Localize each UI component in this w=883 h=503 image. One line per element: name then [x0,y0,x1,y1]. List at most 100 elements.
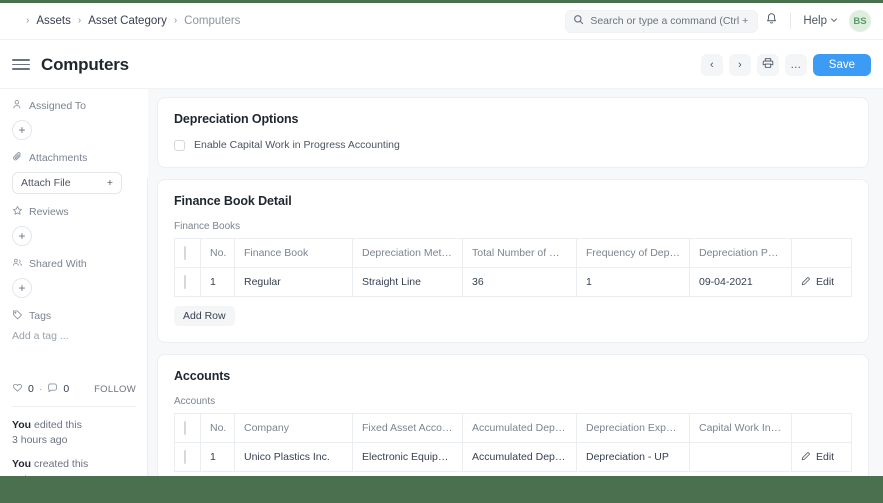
sidebar-section-shared-with: Shared With + [12,257,136,298]
attach-file-button[interactable]: Attach File + [12,172,122,194]
accounts-table: No. Company Fixed Asset Account Accumula… [174,413,852,472]
chevron-right-icon: › [173,15,178,26]
cell-depreciation-posting-date[interactable]: 09-04-2021 [689,267,792,297]
main-content: Depreciation Options Enable Capital Work… [148,89,883,503]
column-total-number-of-depreciations[interactable]: Total Number of Depr... [462,238,577,268]
page-body: Assigned To + Attachments Attach File + [0,89,883,503]
column-frequency-of-depreciation[interactable]: Frequency of Depreci... [576,238,690,268]
sidebar-label-text: Tags [29,310,52,322]
row-select-checkbox[interactable] [184,275,186,289]
section-title-finance-book-detail: Finance Book Detail [174,194,292,208]
cell-no: 1 [200,442,235,472]
cell-finance-book[interactable]: Regular [234,267,353,297]
table-row[interactable]: 1 Regular Straight Line 36 1 09-04-2021 [174,267,852,297]
row-edit-cell[interactable]: Edit [791,442,852,472]
sidebar-label-reviews: Reviews [12,205,136,219]
sidebar-section-attachments: Attachments Attach File + [12,151,136,194]
chevron-right-icon: › [77,15,82,26]
tag-input[interactable]: Add a tag ... [12,330,136,342]
column-finance-book[interactable]: Finance Book [234,238,353,268]
cell-capital-work-in-progress-account[interactable] [689,442,792,472]
cell-accumulated-depreciation-account[interactable]: Accumulated Depreciat... [462,442,577,472]
cell-frequency-of-depreciation[interactable]: 1 [576,267,690,297]
user-icon [12,99,23,113]
more-options-button[interactable]: … [784,53,807,76]
table-row[interactable]: 1 Unico Plastics Inc. Electronic Equipme… [174,442,852,472]
cell-fixed-asset-account[interactable]: Electronic Equipments... [352,442,463,472]
column-capital-work-in-progress-account[interactable]: Capital Work In Progr... [689,413,792,443]
comment-count: 0 [63,383,70,395]
breadcrumb-item-computers[interactable]: Computers [184,15,240,27]
table-header-row: No. Finance Book Depreciation Method Tot… [174,238,852,268]
finance-book-detail-card: Finance Book Detail Finance Books No. Fi… [157,179,869,343]
sidebar-label-text: Reviews [29,206,69,218]
print-button[interactable] [756,53,779,76]
hamburger-icon[interactable] [12,59,30,70]
comment-icon[interactable] [47,382,58,396]
bell-icon [765,12,778,30]
assigned-to-add-button[interactable]: + [12,120,32,140]
column-fixed-asset-account[interactable]: Fixed Asset Account [352,413,463,443]
social-separator: · [38,383,43,395]
enable-cwip-checkbox[interactable] [174,139,185,151]
sidebar-section-reviews: Reviews + [12,205,136,246]
page-title: Computers [41,54,129,74]
cell-depreciation-method[interactable]: Straight Line [352,267,463,297]
heart-icon[interactable] [12,382,23,396]
search-icon [573,12,584,30]
help-label: Help [803,15,827,27]
select-all-checkbox[interactable] [184,421,186,435]
row-select-checkbox[interactable] [184,450,186,464]
save-button[interactable]: Save [812,53,871,76]
shared-with-add-button[interactable]: + [12,278,32,298]
select-all-cell [174,238,201,268]
previous-button[interactable]: ‹ [700,53,723,76]
column-no[interactable]: No. [200,413,235,443]
column-no[interactable]: No. [200,238,235,268]
cell-depreciation-expense-account[interactable]: Depreciation - UP [576,442,690,472]
search-input[interactable] [590,15,751,27]
bottom-status-band [0,476,883,503]
column-depreciation-posting-date[interactable]: Depreciation Posting ... [689,238,792,268]
like-count: 0 [28,383,34,395]
depreciation-options-card: Depreciation Options Enable Capital Work… [157,97,869,168]
cell-total-number-of-depreciations[interactable]: 36 [462,267,577,297]
search-box[interactable] [565,9,759,33]
avatar[interactable]: BS [849,10,871,32]
navbar: › Assets › Asset Category › Computers Se… [0,3,883,40]
row-select-cell [174,267,201,297]
sidebar-section-assigned-to: Assigned To + [12,99,136,140]
notifications-button[interactable] [758,8,784,34]
navbar-right: Help BS [565,8,871,34]
column-depreciation-expense-account[interactable]: Depreciation Expens... [576,413,690,443]
finance-books-grid-label: Finance Books [174,221,241,232]
enable-cwip-label: Enable Capital Work in Progress Accounti… [194,139,400,151]
follow-button[interactable]: FOLLOW [94,384,136,395]
reviews-add-button[interactable]: + [12,226,32,246]
column-accumulated-depreciation-account[interactable]: Accumulated Depreci... [462,413,577,443]
column-company[interactable]: Company [234,413,353,443]
users-icon [12,257,23,271]
printer-icon [762,57,774,72]
finance-books-table: No. Finance Book Depreciation Method Tot… [174,238,852,297]
column-depreciation-method[interactable]: Depreciation Method [352,238,463,268]
attach-file-label: Attach File [21,177,71,189]
navbar-divider [790,13,792,29]
row-select-cell [174,442,201,472]
column-actions [791,238,852,268]
sidebar-divider [12,406,136,407]
finance-books-add-row-button[interactable]: Add Row [174,306,235,326]
row-edit-cell[interactable]: Edit [791,267,852,297]
sidebar-label-assigned-to: Assigned To [12,99,136,113]
select-all-checkbox[interactable] [184,246,186,260]
help-menu-button[interactable]: Help [797,15,844,27]
cell-company[interactable]: Unico Plastics Inc. [234,442,353,472]
paperclip-icon [12,151,23,165]
breadcrumb-item-assets[interactable]: Assets [36,15,71,27]
activity-action: created this [33,458,89,471]
enable-cwip-row[interactable]: Enable Capital Work in Progress Accounti… [174,139,852,151]
breadcrumb-item-asset-category[interactable]: Asset Category [88,15,167,27]
next-button[interactable]: › [728,53,751,76]
app-window: › Assets › Asset Category › Computers Se… [0,0,883,503]
activity-actor: You [12,419,32,431]
